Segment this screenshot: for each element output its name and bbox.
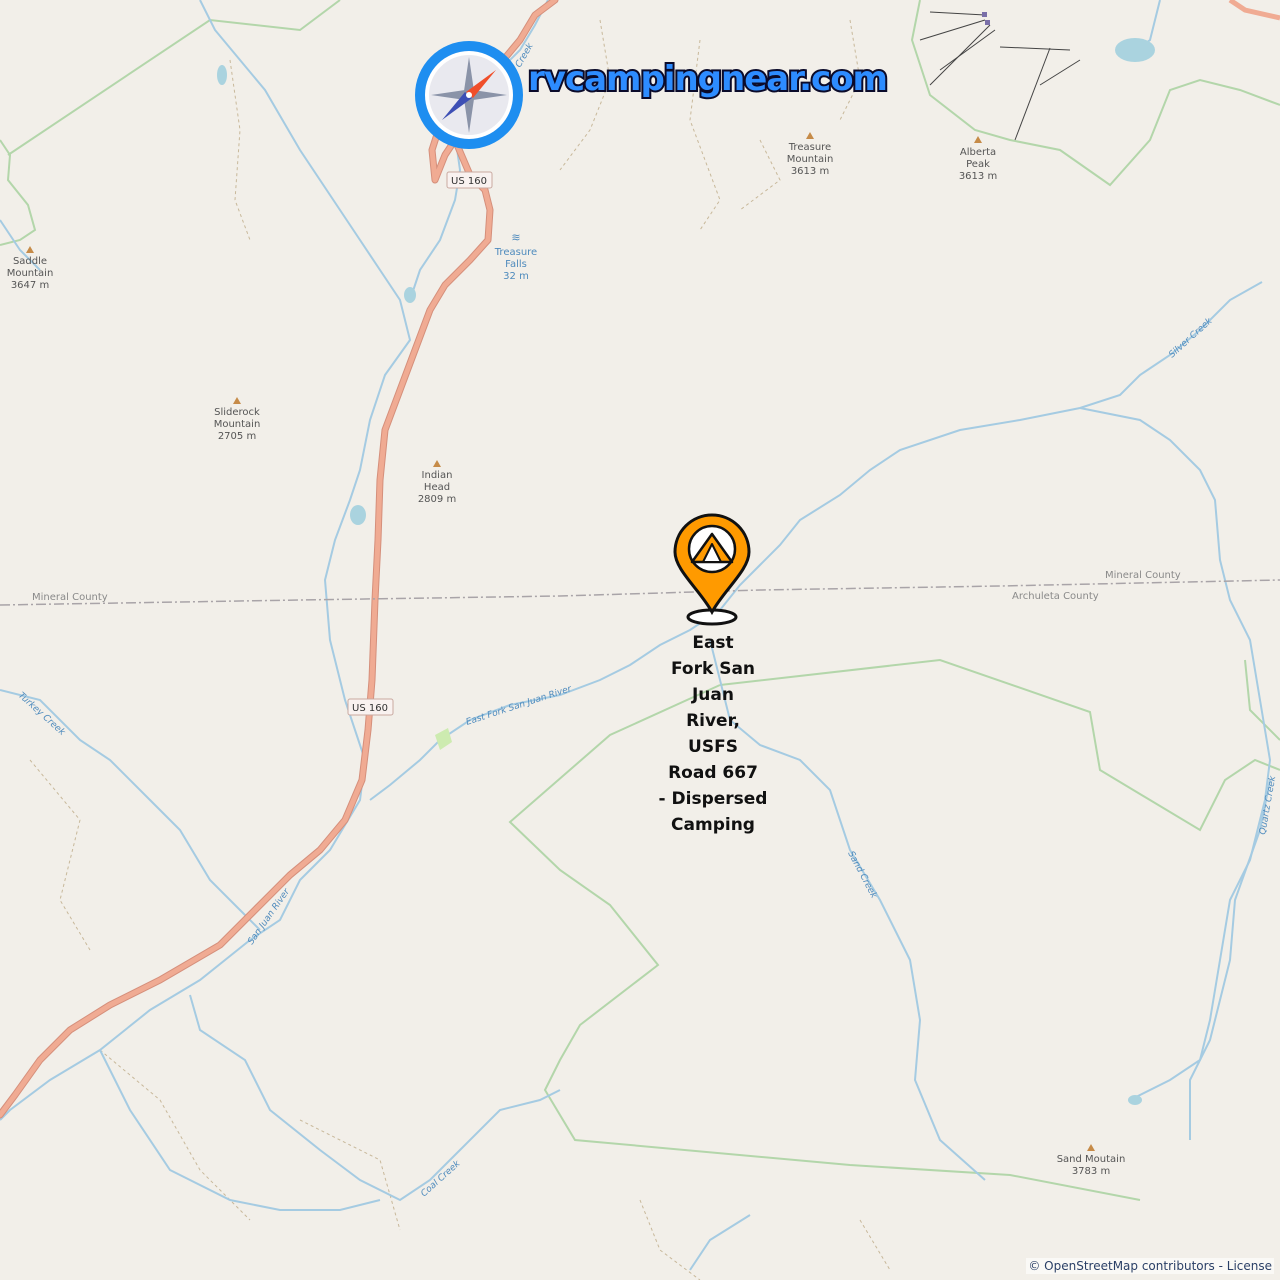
road-shield-top: US 160 [446,171,493,189]
svg-text:Sand Moutain: Sand Moutain [1057,1154,1126,1165]
road-shield-bottom: US 160 [347,698,394,716]
svg-text:3613 m: 3613 m [791,166,829,177]
svg-text:Mountain: Mountain [787,154,834,165]
svg-text:US 160: US 160 [352,703,388,714]
svg-text:Mountain: Mountain [214,419,261,430]
svg-text:Road 667: Road 667 [668,763,758,783]
svg-text:Fork San: Fork San [671,659,755,679]
county-label-right-top: Mineral County [1105,570,1181,581]
svg-text:Head: Head [424,482,450,493]
svg-text:Camping: Camping [671,815,755,835]
map-canvas[interactable]: Mineral County Mineral County Archuleta … [0,0,1280,1280]
svg-text:32 m: 32 m [503,271,529,282]
svg-text:- Dispersed: - Dispersed [659,789,768,809]
svg-text:US 160: US 160 [451,176,487,187]
svg-text:Saddle: Saddle [13,256,47,267]
svg-text:3783 m: 3783 m [1072,1166,1110,1177]
svg-text:Indian: Indian [422,470,453,481]
svg-text:Mountain: Mountain [7,268,54,279]
svg-text:Treasure: Treasure [788,142,831,153]
brand-name: rvcampingnear.com [528,59,887,99]
svg-text:Sliderock: Sliderock [214,407,260,418]
waterfall-icon: ≋ [511,231,520,244]
svg-text:Juan: Juan [691,685,734,705]
county-label-right-bottom: Archuleta County [1012,591,1099,602]
svg-text:2809 m: 2809 m [418,494,456,505]
svg-text:3647 m: 3647 m [11,280,49,291]
svg-text:USFS: USFS [688,737,738,757]
map-background [0,0,1280,1280]
svg-text:3613 m: 3613 m [959,171,997,182]
svg-text:Treasure: Treasure [494,247,537,258]
svg-text:East: East [692,633,733,653]
svg-text:River,: River, [686,711,740,731]
svg-text:2705 m: 2705 m [218,431,256,442]
svg-text:Falls: Falls [505,259,527,270]
county-label-left: Mineral County [32,592,108,603]
svg-text:Peak: Peak [966,159,990,170]
attribution-link[interactable]: © OpenStreetMap contributors - License [1026,1258,1274,1274]
svg-text:Alberta: Alberta [960,147,996,158]
